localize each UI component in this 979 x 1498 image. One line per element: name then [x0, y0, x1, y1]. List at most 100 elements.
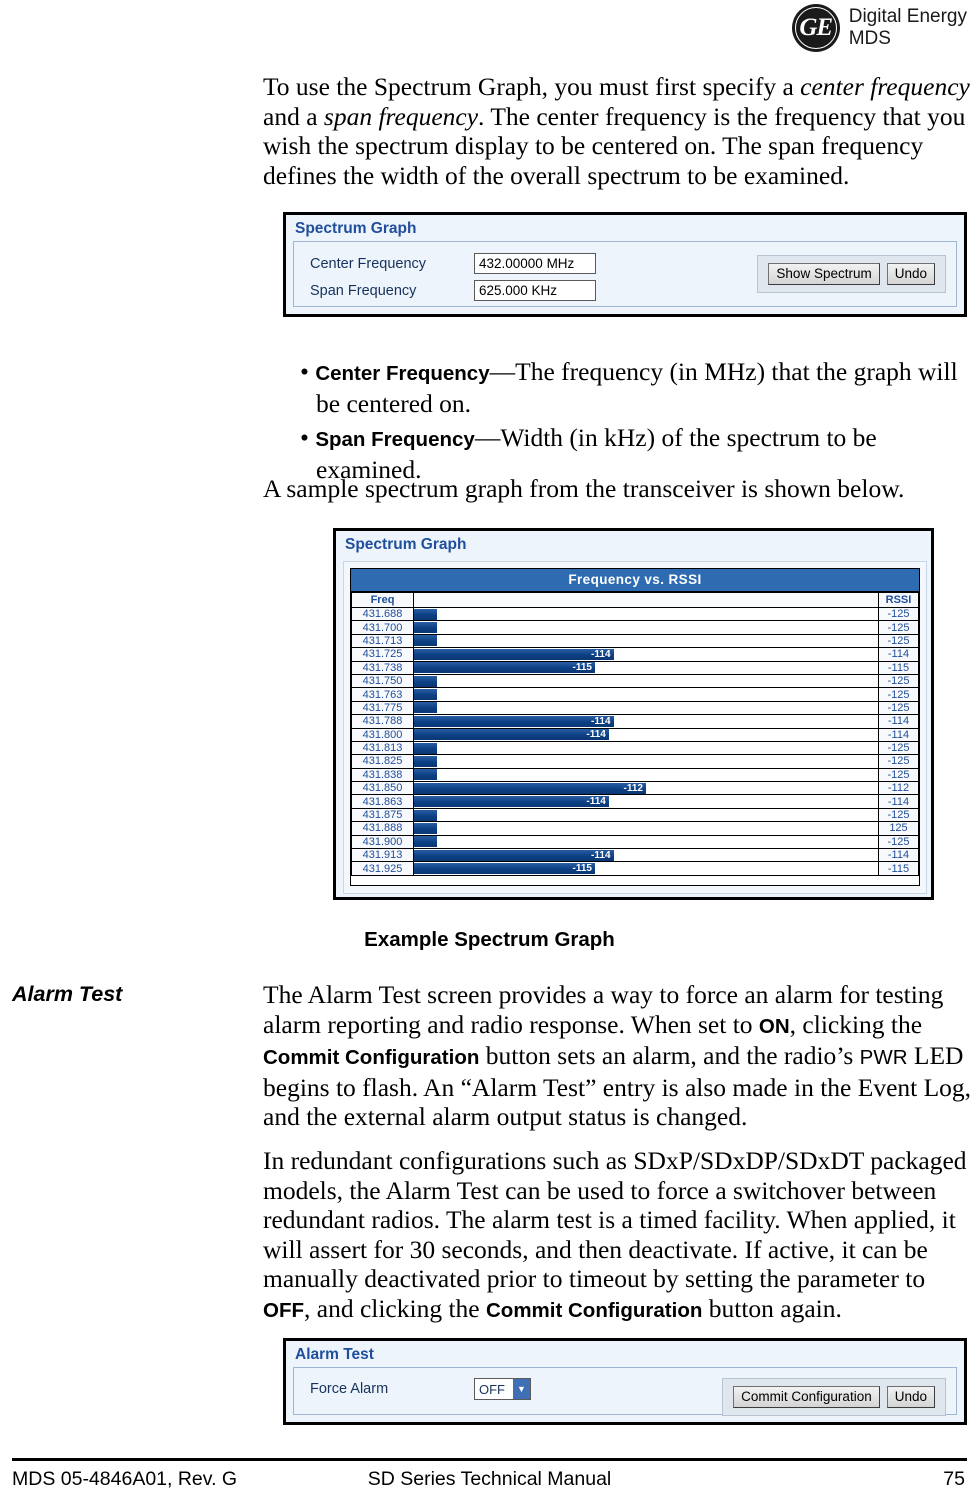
alarm-panel-body: Force Alarm OFF ▼ Commit Configuration U… [293, 1367, 957, 1416]
table-row: 431.763 -125 [351, 687, 919, 702]
bar-cell [413, 740, 879, 756]
rssi-bar: -115 [414, 863, 595, 875]
bullet-marker-1: • [300, 357, 316, 386]
freq-cell: 431.850 [351, 781, 414, 796]
footer-page-number: 75 [943, 1468, 965, 1490]
bar-cell: -115 [413, 660, 879, 675]
freq-cell: 431.750 [351, 673, 414, 689]
col-header-plot [413, 592, 879, 608]
table-row: 431.700 -125 [351, 620, 919, 635]
sample-graph-sentence: A sample spectrum graph from the transce… [263, 474, 905, 503]
rssi-cell: -125 [878, 740, 919, 756]
center-frequency-input[interactable]: 432.00000 MHz [474, 253, 596, 274]
table-row: 431.725 -114 -114 [351, 647, 919, 662]
footer-divider [12, 1458, 967, 1461]
alarm-p2-b: , and clicking the [304, 1293, 486, 1323]
alarm-paragraph-2: In redundant configurations such as SDxP… [263, 1146, 975, 1325]
table-row: 431.800 -114 -114 [351, 727, 919, 742]
rssi-cell: -112 [878, 781, 919, 796]
span-frequency-input[interactable]: 625.000 KHz [474, 280, 596, 301]
figure-caption: Example Spectrum Graph [364, 928, 615, 951]
rssi-cell: -125 [878, 673, 919, 689]
alarm-panel-title: Alarm Test [295, 1346, 374, 1363]
rssi-cell: -114 [878, 848, 919, 863]
rssi-cell: -114 [878, 647, 919, 662]
rssi-cell: -115 [878, 660, 919, 675]
freq-cell: 431.900 [351, 834, 414, 850]
bar-cell [413, 700, 879, 716]
commit-configuration-button[interactable]: Commit Configuration [733, 1386, 880, 1408]
table-row: 431.900 -125 [351, 834, 919, 850]
spectrum-panel-body: Center Frequency 432.00000 MHz Span Freq… [293, 241, 957, 307]
table-row: 431.713 -125 [351, 633, 919, 649]
rssi-cell: -125 [878, 700, 919, 716]
section-heading-alarm-test: Alarm Test [12, 982, 123, 1006]
bullet-marker-2: • [300, 423, 316, 452]
rssi-cell: -125 [878, 633, 919, 649]
alarm-p1-b: , clicking the [789, 1009, 923, 1039]
bullet-center-frequency: • Center Frequency—The frequency (in MHz… [300, 357, 976, 418]
rssi-bar: -114 [414, 715, 614, 727]
brand-logo: GE Digital Energy MDS [791, 4, 967, 52]
rssi-bar: -112 [414, 782, 646, 794]
show-spectrum-button[interactable]: Show Spectrum [768, 263, 880, 285]
bar-cell [413, 754, 879, 769]
rssi-cell: -125 [878, 754, 919, 769]
freq-cell: 431.775 [351, 700, 414, 716]
rssi-bar [414, 635, 438, 647]
freq-cell: 431.875 [351, 807, 414, 823]
rssi-bar: -115 [414, 662, 595, 674]
freq-cell: 431.825 [351, 754, 414, 769]
rssi-cell: -125 [878, 834, 919, 850]
footer-manual-title: SD Series Technical Manual [367, 1468, 612, 1490]
spectrum-undo-button[interactable]: Undo [886, 263, 935, 285]
intro-emphasis-1: center frequency [800, 72, 970, 101]
force-alarm-label: Force Alarm [310, 1381, 389, 1397]
alarm-p1-on: ON [758, 1014, 790, 1038]
bar-value-label: -114 [586, 796, 606, 808]
frequency-rssi-table: Freq RSSI 431.688 -125 431.700 -125 431.713 -… [351, 592, 919, 876]
rssi-cell: -115 [878, 861, 919, 876]
rssi-cell: -125 [878, 807, 919, 823]
bar-cell [413, 767, 879, 783]
alarm-undo-button[interactable]: Undo [886, 1386, 935, 1408]
rssi-bar: -114 [414, 729, 609, 741]
bar-cell [413, 606, 879, 622]
table-row: 431.863 -114 -114 [351, 794, 919, 809]
bar-cell: -115 [413, 861, 879, 876]
bar-cell: -114 [413, 794, 879, 809]
force-alarm-value: OFF [479, 1381, 505, 1397]
table-row: 431.875 -125 [351, 807, 919, 823]
table-row: 431.850 -112 -112 [351, 781, 919, 796]
rssi-bar [414, 608, 438, 620]
rssi-cell: -125 [878, 620, 919, 635]
table-row: 431.913 -114 -114 [351, 848, 919, 863]
spectrum-panel-title: Spectrum Graph [295, 220, 417, 237]
alarm-p2-off: OFF [263, 1298, 304, 1322]
bar-cell: -114 [413, 714, 879, 729]
freq-cell: 431.838 [351, 767, 414, 783]
alarm-p1-pwr: PWR [859, 1046, 908, 1069]
freq-cell: 431.913 [351, 848, 414, 863]
col-header-rssi: RSSI [878, 592, 919, 608]
table-row: 431.738 -115 -115 [351, 660, 919, 675]
alarm-p1-commit: Commit Configuration [263, 1046, 480, 1069]
force-alarm-select[interactable]: OFF ▼ [474, 1378, 531, 1400]
rssi-cell: -114 [878, 714, 919, 729]
bar-cell: -114 [413, 647, 879, 662]
intro-paragraph: To use the Spectrum Graph, you must firs… [263, 72, 975, 190]
rssi-bar [414, 769, 438, 781]
freq-cell: 431.800 [351, 727, 414, 742]
bar-value-label: -115 [572, 662, 592, 674]
rssi-bar [414, 622, 438, 634]
rssi-bar [414, 742, 438, 754]
chevron-down-icon: ▼ [513, 1379, 530, 1399]
table-row: 431.838 -125 [351, 767, 919, 783]
alarm-p2-commit: Commit Configuration [486, 1298, 703, 1322]
graph-panel-body: Frequency vs. RSSI Freq RSSI 431.688 -125… [343, 561, 927, 894]
span-frequency-label: Span Frequency [310, 282, 417, 299]
rssi-bar [414, 702, 438, 714]
bullet-term-2: Span Frequency [315, 428, 475, 451]
freq-cell: 431.738 [351, 660, 414, 675]
table-row: 431.888 125 [351, 821, 919, 836]
